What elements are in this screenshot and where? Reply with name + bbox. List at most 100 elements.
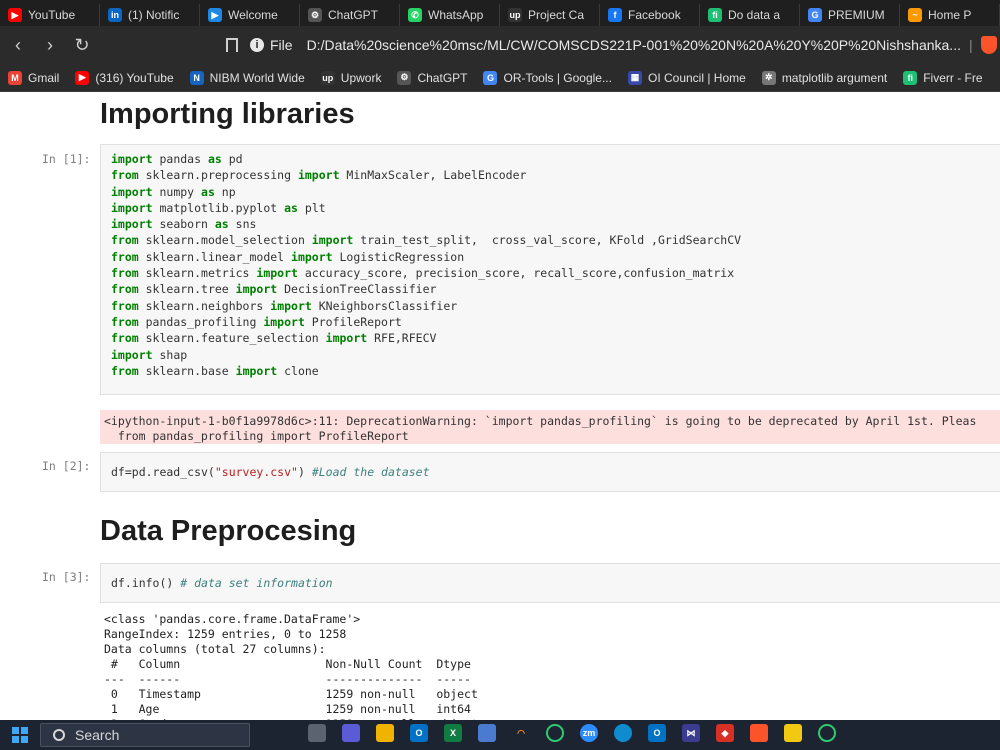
bookmark-label: OR-Tools | Google... xyxy=(503,70,612,85)
forward-icon[interactable]: › xyxy=(36,31,64,59)
bookmark-label: OI Council | Home xyxy=(647,70,746,85)
search-placeholder: Search xyxy=(75,727,120,743)
browser-tab[interactable]: f Facebook xyxy=(600,4,700,26)
tab-label: WhatsApp xyxy=(428,8,484,22)
loading-icon[interactable] xyxy=(546,724,564,742)
outlook-icon[interactable]: O xyxy=(648,724,666,742)
upwork-icon: up xyxy=(508,8,522,22)
bookmark-item[interactable]: ✲ matplotlib argument xyxy=(754,70,895,85)
browser-tab[interactable]: ▶ YouTube xyxy=(0,4,100,26)
app-icon[interactable] xyxy=(818,724,836,742)
copilot-icon[interactable] xyxy=(342,724,360,742)
info-icon[interactable]: i xyxy=(250,38,264,52)
section-heading: Data Preprocesing xyxy=(100,515,357,547)
google-icon: G xyxy=(483,70,498,85)
browser-tab[interactable]: ▶ Welcome xyxy=(200,4,300,26)
amazon-icon: ~ xyxy=(908,8,922,22)
bookmark-item[interactable]: ▶ (316) YouTube xyxy=(67,70,181,85)
chatgpt-icon: ⚙ xyxy=(308,8,322,22)
youtube-icon: ▶ xyxy=(8,8,22,22)
bookmark-item[interactable]: G OR-Tools | Google... xyxy=(475,70,620,85)
visual-studio-icon[interactable]: ⋈ xyxy=(682,724,700,742)
edge-icon[interactable] xyxy=(614,724,632,742)
brave-shield-icon[interactable] xyxy=(980,36,997,54)
linkedin-icon: in xyxy=(108,8,122,22)
gmail-icon: M xyxy=(8,70,22,85)
app-icon: ▶ xyxy=(208,8,222,22)
bookmark-label: ChatGPT xyxy=(417,70,468,85)
tab-label: ChatGPT xyxy=(328,8,379,22)
taskbar-search[interactable]: Search xyxy=(40,723,250,747)
fiverr-icon: fi xyxy=(708,8,722,22)
code-cell[interactable]: df=pd.read_csv("survey.csv") #Load the d… xyxy=(100,452,1000,492)
reload-icon[interactable]: ↻ xyxy=(68,31,96,59)
browser-tab[interactable]: up Project Ca xyxy=(500,4,600,26)
browser-toolbar: ‹ › ↻ i File D:/Data%20science%20msc/ML/… xyxy=(0,26,1000,64)
windows-taskbar: Search O X ◠ zm O ⋈ ◆ xyxy=(0,720,1000,750)
zoom-icon[interactable]: zm xyxy=(580,724,598,742)
url-text[interactable]: D:/Data%20science%20msc/ML/CW/COMSCDS221… xyxy=(307,37,961,53)
nibm-icon: N xyxy=(189,70,204,85)
cell-prompt: In [1]: xyxy=(42,152,91,166)
browser-tab[interactable]: ✆ WhatsApp xyxy=(400,4,500,26)
back-icon[interactable]: ‹ xyxy=(4,31,32,59)
warning-output: <ipython-input-1-b0f1a9978d6c>:11: Depre… xyxy=(100,410,1000,444)
grid-icon: ▦ xyxy=(627,70,642,85)
url-scheme: File xyxy=(270,37,293,53)
tab-label: Facebook xyxy=(628,8,681,22)
browser-tab[interactable]: G PREMIUM xyxy=(800,4,900,26)
notebook-page: Importing libraries In [1]: import panda… xyxy=(0,92,1000,720)
tab-label: (1) Notific xyxy=(128,8,180,22)
tab-label: PREMIUM xyxy=(828,8,885,22)
app-icon[interactable] xyxy=(478,724,496,742)
bookmark-item[interactable]: up Upwork xyxy=(313,70,390,85)
chatgpt-icon: ⚙ xyxy=(397,70,412,85)
youtube-icon: ▶ xyxy=(75,70,90,85)
bookmark-item[interactable]: fi Fiverr - Fre xyxy=(895,70,990,85)
browser-tab[interactable]: fi Do data a xyxy=(700,4,800,26)
bookmark-label: (316) YouTube xyxy=(95,70,174,85)
bookmark-icon[interactable] xyxy=(226,38,238,52)
bookmark-item[interactable]: N NIBM World Wide xyxy=(182,70,313,85)
browser-tab[interactable]: ~ Home P xyxy=(900,4,1000,26)
tab-label: Home P xyxy=(928,8,972,22)
code-cell[interactable]: df.info() # data set information xyxy=(100,563,1000,603)
outlook-icon[interactable]: O xyxy=(410,724,428,742)
taskbar-apps: O X ◠ zm O ⋈ ◆ xyxy=(300,724,844,742)
code-cell[interactable]: import pandas as pd from sklearn.preproc… xyxy=(100,144,1000,395)
bookmark-label: Upwork xyxy=(340,70,382,85)
anydesk-icon[interactable]: ◆ xyxy=(716,724,734,742)
bookmark-label: Gmail xyxy=(28,70,60,85)
facebook-icon: f xyxy=(608,8,622,22)
section-heading: Importing libraries xyxy=(100,98,355,130)
whatsapp-icon: ✆ xyxy=(408,8,422,22)
upwork-icon: up xyxy=(320,70,335,85)
divider: | xyxy=(968,37,973,53)
task-view-icon[interactable] xyxy=(308,724,326,742)
browser-tab-bar: ▶ YouTube in (1) Notific ▶ Welcome ⚙ ChatGPT ✆ Wh… xyxy=(0,0,1000,26)
address-bar[interactable]: i File D:/Data%20science%20msc/ML/CW/COM… xyxy=(214,30,1000,60)
bookmark-label: matplotlib argument xyxy=(781,70,888,85)
bookmark-item[interactable]: ▦ OI Council | Home xyxy=(620,70,754,85)
bookmark-label: NIBM World Wide xyxy=(209,70,305,85)
file-explorer-icon[interactable] xyxy=(376,724,394,742)
powerbi-icon[interactable] xyxy=(784,724,802,742)
windows-start-icon[interactable] xyxy=(12,727,28,743)
google-icon: G xyxy=(808,8,822,22)
tab-label: YouTube xyxy=(28,8,76,22)
bookmark-label: Fiverr - Fre xyxy=(923,70,983,85)
cell-prompt: In [2]: xyxy=(42,459,91,473)
tab-label: Do data a xyxy=(728,8,781,22)
bookmark-item[interactable]: ⚙ ChatGPT xyxy=(389,70,475,85)
browser-tab[interactable]: ⚙ ChatGPT xyxy=(300,4,400,26)
bookmark-item[interactable]: M Gmail xyxy=(0,70,67,85)
excel-icon[interactable]: X xyxy=(444,724,462,742)
fiverr-icon: fi xyxy=(903,70,918,85)
cell-prompt: In [3]: xyxy=(42,570,91,584)
brave-icon[interactable] xyxy=(750,724,768,742)
info-output: <class 'pandas.core.frame.DataFrame'> Ra… xyxy=(104,612,478,720)
jupyter-icon[interactable]: ◠ xyxy=(512,724,530,742)
matplotlib-icon: ✲ xyxy=(761,70,776,85)
tab-label: Welcome xyxy=(228,8,278,22)
browser-tab[interactable]: in (1) Notific xyxy=(100,4,200,26)
